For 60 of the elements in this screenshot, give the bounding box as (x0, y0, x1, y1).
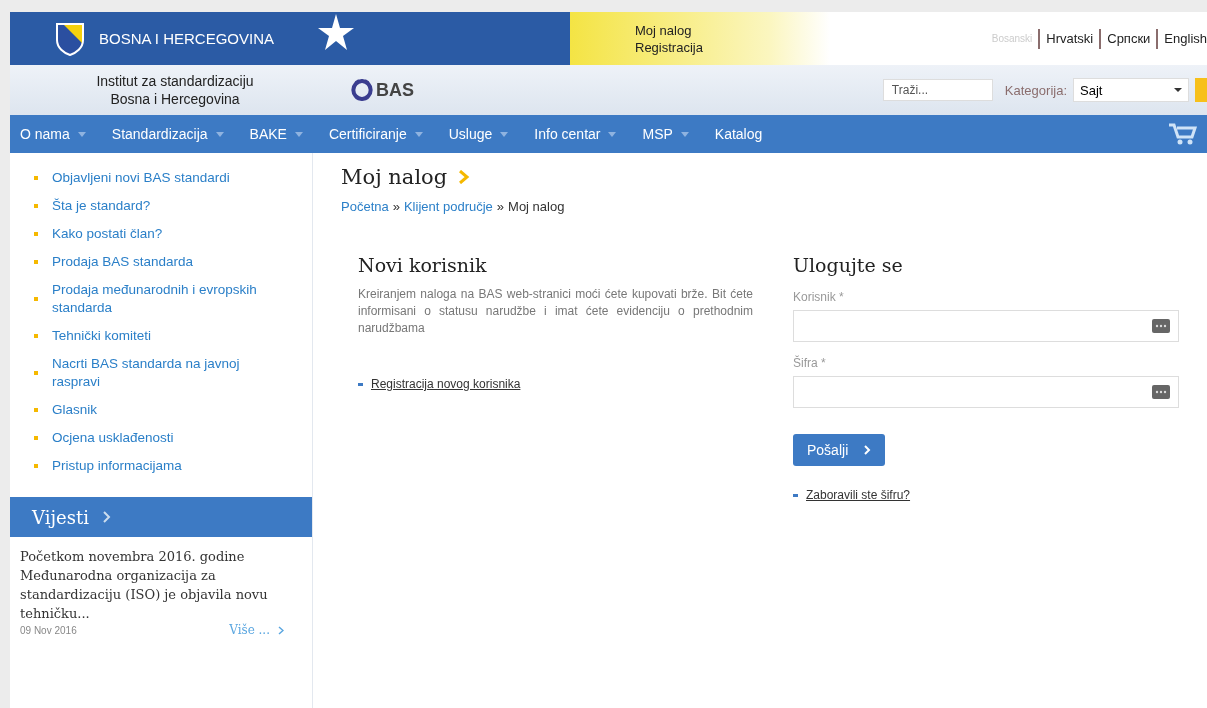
nav-menu-item[interactable]: MSP (642, 126, 689, 142)
sidebar-link[interactable]: Ocjena usklađenosti (52, 429, 277, 447)
sidebar-link[interactable]: Objavljeni novi BAS standardi (52, 169, 277, 187)
country-name: BOSNA I HERCEGOVINA (99, 30, 275, 47)
search-field[interactable]: Traži... (882, 79, 993, 101)
search-button[interactable] (1195, 78, 1207, 102)
sidebar-link[interactable]: Šta je standard? (52, 197, 277, 215)
register-link[interactable]: Registracija novog korisnika (371, 377, 521, 391)
submit-button[interactable]: Pošalji (793, 434, 886, 466)
read-more-link[interactable]: Više ... (229, 623, 270, 637)
logo-text: BAS (376, 79, 414, 101)
breadcrumb-separator: » (392, 199, 400, 214)
chevron-icon (102, 511, 111, 523)
field-label: Šifra * (793, 356, 827, 370)
sidebar-link[interactable]: Tehnički komiteti (52, 327, 277, 345)
description-text: Kreiranjem naloga na BAS web-stranici moći ćete kupovati brže. Bit ćete informisani o statusu narudžbe i imat ćete evidenciju o prethodnim narudžbama (358, 286, 753, 337)
language-link[interactable]: English (1164, 31, 1207, 46)
nav-menu-item[interactable]: Info centar (534, 126, 617, 142)
news-text: Početkom novembra 2016. godine Međunarodna organizacija za standardizaciju (ISO) je objavila novu tehničku... (20, 548, 269, 623)
language-link[interactable]: Hrvatski (1046, 31, 1094, 46)
forgot-password-link[interactable]: Zaboravili ste šifru? (806, 488, 911, 502)
sidebar-link[interactable]: Glasnik (52, 401, 277, 419)
institute-name: Bosna i Hercegovina (110, 90, 240, 108)
section-title: Novi korisnik (358, 254, 488, 276)
sidebar-link[interactable]: Nacrti BAS standarda na javnoj raspravi (52, 355, 277, 391)
category-label: Kategorija: (1004, 82, 1067, 98)
section-title: Ulogujte se (793, 254, 904, 276)
chevron-icon (864, 445, 872, 455)
category-dropdown[interactable]: Sajt (1073, 78, 1189, 102)
breadcrumb-link[interactable]: Moj nalog (508, 199, 565, 214)
language-link[interactable]: Српски (1107, 31, 1151, 46)
chevron-icon (278, 625, 284, 635)
nav-menu-item[interactable]: BAKE (249, 126, 303, 142)
breadcrumb-link[interactable]: Klijent područje (403, 199, 493, 214)
ellipsis-icon (1152, 319, 1170, 333)
news-header[interactable]: Vijesti (10, 497, 312, 537)
chevron-icon (457, 170, 472, 184)
sidebar-link[interactable]: Kako postati član? (52, 225, 277, 243)
nav-menu-item[interactable]: O nama (20, 126, 86, 142)
page-title: Moj nalog (341, 165, 448, 189)
breadcrumb-separator: » (496, 199, 505, 214)
bas-logo-icon (350, 78, 374, 102)
shopping-cart-icon[interactable] (1169, 123, 1197, 145)
sidebar-link[interactable]: Prodaja međunarodnih i evropskih standarda (52, 281, 277, 317)
nav-menu-item[interactable]: Katalog (714, 126, 763, 142)
nav-menu-item[interactable]: Usluge (448, 126, 509, 142)
breadcrumb-link[interactable]: Početna (341, 199, 389, 214)
sidebar-link[interactable]: Pristup informacijama (52, 457, 277, 475)
coat-of-arms-icon (55, 21, 85, 56)
news-date: 09 Nov 2016 (20, 624, 78, 636)
institute-name: Institut za standardizaciju (96, 72, 254, 90)
nav-menu-item[interactable]: Standardizacija (111, 126, 224, 142)
input-field[interactable] (793, 310, 1179, 342)
input-field[interactable] (793, 376, 1179, 408)
account-link[interactable]: Moj nalog (635, 22, 703, 38)
nav-menu-item[interactable]: Certificiranje (328, 126, 423, 142)
ellipsis-icon (1152, 385, 1170, 399)
account-link[interactable]: Registracija (635, 39, 703, 55)
field-label: Korisnik * (793, 290, 845, 304)
sidebar-link[interactable]: Prodaja BAS standarda (52, 253, 277, 271)
